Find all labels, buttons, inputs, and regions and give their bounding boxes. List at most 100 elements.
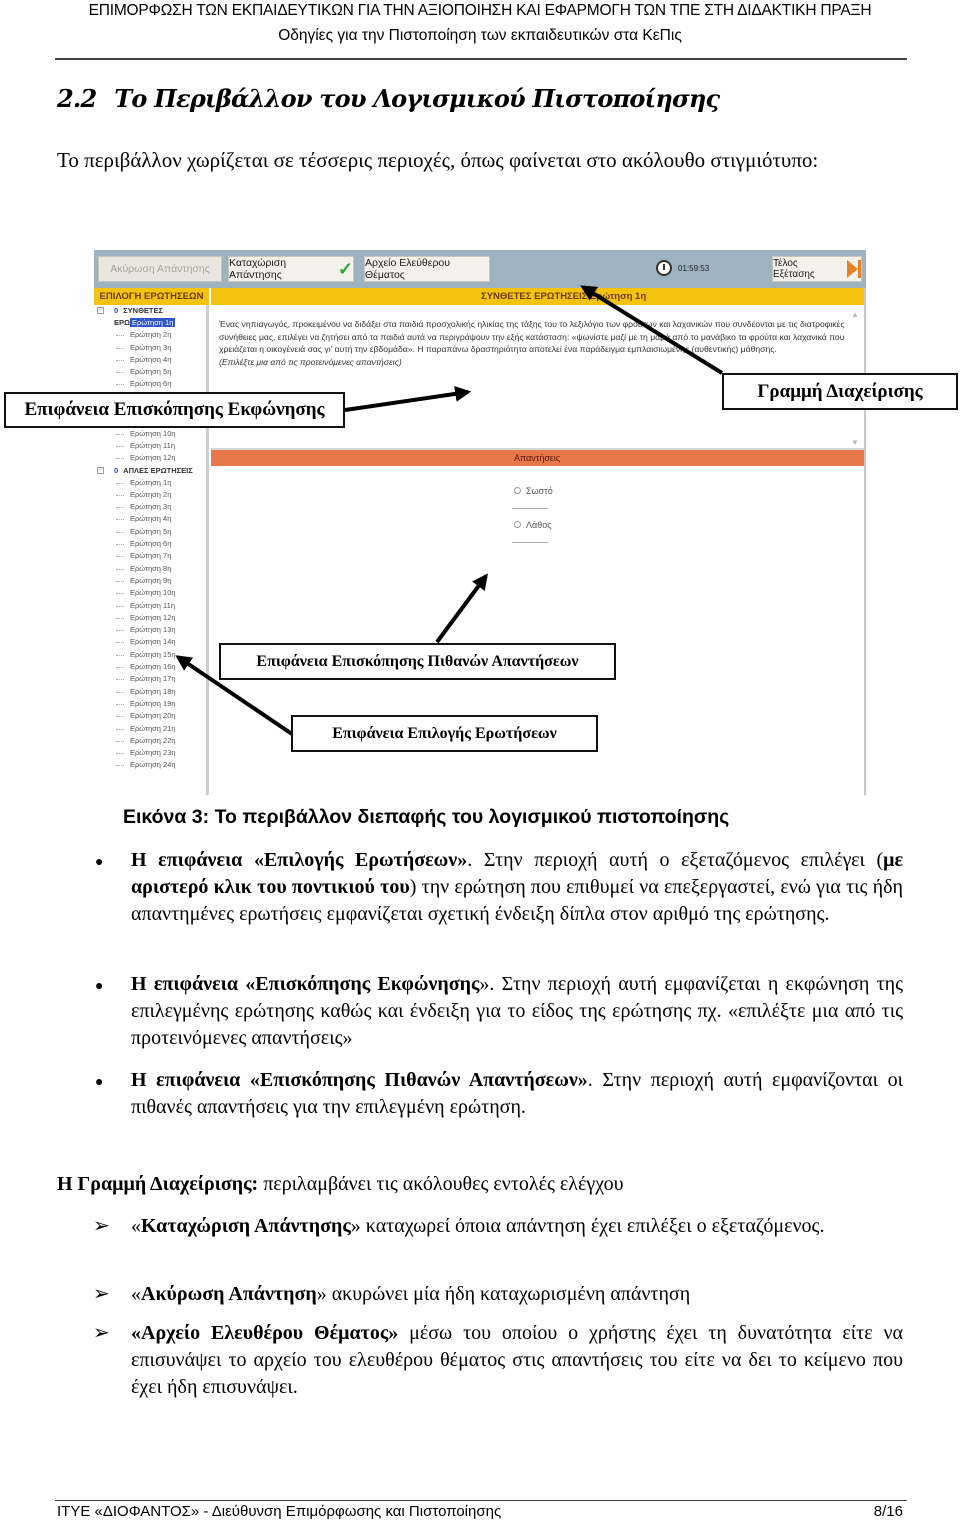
tree-item-label: Ερώτηση 8η <box>130 563 172 573</box>
tree-item-question[interactable]: Ερώτηση 3η <box>94 501 206 513</box>
tree-item-question[interactable]: Ερώτηση 17η <box>94 673 206 685</box>
tree-item-label: Ερώτηση 3η <box>130 502 172 512</box>
certification-app-screenshot: Ακύρωση Απάντησης Καταχώριση Απάντησης ✓… <box>94 250 866 795</box>
bullet-text: . Στην περιοχή αυτή ο εξεταζόμενος επιλέ… <box>467 849 884 871</box>
end-exam-button[interactable]: Τέλος Εξέτασης <box>772 256 862 282</box>
answer-divider <box>512 508 548 509</box>
tree-item-question[interactable]: Ερώτηση 23η <box>94 747 206 759</box>
tree-item-label: Ερώτηση 19η <box>130 698 176 708</box>
tree-item-question[interactable]: Ερώτηση 6η <box>94 538 206 550</box>
callout-question-view: Επιφάνεια Επισκόπησης Εκφώνησης <box>4 392 345 428</box>
collapse-icon[interactable]: − <box>97 307 104 314</box>
callout-answers-view: Επιφάνεια Επισκόπησης Πιθανών Απαντήσεων <box>219 643 616 680</box>
tree-item-label: Ερώτηση 22η <box>130 735 176 745</box>
end-exam-label: Τέλος Εξέτασης <box>773 258 815 280</box>
bullet-question-view: Η επιφάνεια «Επισκόπησης Εκφώνησης». Στη… <box>131 971 903 1052</box>
figure-caption: Εικόνα 3: Το περιβάλλον διεπαφής του λογ… <box>123 806 730 828</box>
tree-item-label: Ερώτηση 6η <box>130 379 172 389</box>
tree-item-question[interactable]: Ερώτηση 21η <box>94 723 206 735</box>
header-divider <box>55 58 907 60</box>
tree-item-label: Ερώτηση 11η <box>130 440 175 450</box>
tree-item-question[interactable]: Ερώτηση 18η <box>94 686 206 698</box>
command-submit-answer: «Καταχώριση Απάντησης» καταχωρεί όποια α… <box>131 1213 903 1240</box>
tree-item-label: Ερώτηση 5η <box>130 367 172 377</box>
tree-item-label: Ερώτηση 4η <box>130 514 172 524</box>
quote: « <box>131 1283 141 1305</box>
command-desc: » ακυρώνει μία ήδη καταχωρισμένη απάντησ… <box>316 1283 691 1305</box>
tree-item-question[interactable]: Ερώτηση 12η <box>94 612 206 624</box>
arrow-bullet-icon: ➢ <box>93 1322 110 1344</box>
scroll-up-icon[interactable]: ▲ <box>851 310 859 319</box>
tree-item-question[interactable]: Ερώτηση 12η <box>94 452 206 464</box>
tree-item-question[interactable]: Ερώτηση 5η <box>94 366 206 378</box>
tree-item-label: Ερώτηση 16η <box>130 662 176 672</box>
tree-item-question[interactable]: Ερώτηση 16η <box>94 661 206 673</box>
answered-count: 0 <box>114 465 119 475</box>
tree-item-question[interactable]: Ερώτηση 20η <box>94 710 206 722</box>
tree-item-question[interactable]: Ερώτηση 19η <box>94 698 206 710</box>
tree-item-question[interactable]: Ερώτηση 10η <box>94 428 206 440</box>
section-title: Το Περιβάλλον του Λογισμικού Πιστοποίηση… <box>114 84 720 113</box>
tree-group[interactable]: − 0 ΑΠΛΕΣ ΕΡΩΤΗΣΕΙΣ <box>94 465 206 477</box>
tree-item-question[interactable]: Ερώτηση 7η <box>94 550 206 562</box>
command-desc: » καταχωρεί όποια απάντηση έχει επιλέξει… <box>350 1215 825 1237</box>
command-free-topic-file: «Αρχείο Ελευθέρου Θέματος» μέσω του οποί… <box>131 1320 903 1401</box>
command-name: «Αρχείο Ελευθέρου Θέματος» <box>131 1322 399 1344</box>
tree-item-question[interactable]: Ερώτηση 11η <box>94 440 206 452</box>
tree-item-label: Ερώτηση 21η <box>130 723 176 733</box>
tree-item-label: Ερώτηση 14η <box>130 637 176 647</box>
tree-item-question[interactable]: Ερώτηση 15η <box>94 649 206 661</box>
tree-item-question[interactable]: Ερώτηση 2η <box>94 329 206 341</box>
radio-button[interactable] <box>514 521 521 528</box>
bullet-bold: Η επιφάνεια «Επιλογής Ερωτήσεων» <box>131 849 468 871</box>
callout-management-bar: Γραμμή Διαχείρισης <box>722 373 958 410</box>
tree-item-question[interactable]: Ερώτηση 6η <box>94 378 206 390</box>
tree-item-question[interactable]: Ερώτηση 22η <box>94 735 206 747</box>
tree-item-label: Ερώτηση 6η <box>130 539 172 549</box>
radio-button[interactable] <box>514 487 521 494</box>
scroll-down-icon[interactable]: ▼ <box>851 438 859 447</box>
scrollbar-track[interactable] <box>864 288 866 795</box>
free-topic-file-button[interactable]: Αρχείο Ελεύθερου Θέματος <box>364 256 490 282</box>
tree-item-question[interactable]: Ερώτηση 8η <box>94 563 206 575</box>
tree-item-question[interactable]: Ερώτηση 11η <box>94 600 206 612</box>
clock-icon <box>656 260 672 276</box>
cancel-answer-button[interactable]: Ακύρωση Απάντησης <box>98 256 222 282</box>
tree-item-question[interactable]: Ερώτηση 10η <box>94 587 206 599</box>
answers-header: Απαντήσεις <box>211 448 864 466</box>
tree-item-label: Ερώτηση 5η <box>130 526 172 536</box>
answer-option-false[interactable]: Λάθος <box>514 520 552 530</box>
tree-item-label: Ερώτηση 1η <box>130 477 172 487</box>
tree-item-question[interactable]: Ερώτηση 4η <box>94 513 206 525</box>
tree-item-question[interactable]: Ερώτηση 1η <box>94 317 206 329</box>
tree-item-question[interactable]: Ερώτηση 14η <box>94 636 206 648</box>
tree-group[interactable]: −0ΣΥΝΘΕΤΕΣ ΕΡΩΤΗΣΕΙΣ <box>94 305 206 327</box>
answer-label: Λάθος <box>526 520 552 530</box>
tree-item-question[interactable]: Ερώτηση 5η <box>94 526 206 538</box>
running-header-title: ΕΠΙΜΟΡΦΩΣΗ ΤΩΝ ΕΚΠΑΙΔΕΥΤΙΚΩΝ ΓΙΑ ΤΗΝ ΑΞΙ… <box>88 2 872 19</box>
tree-item-label: Ερώτηση 15η <box>130 649 176 659</box>
tree-item-question[interactable]: Ερώτηση 24η <box>94 759 206 771</box>
question-selection-header: ΕΠΙΛΟΓΗ ΕΡΩΤΗΣΕΩΝ <box>94 288 209 305</box>
question-hint: (Επιλέξτε μια από τις προτεινόμενες απαν… <box>219 356 402 367</box>
tree-item-question[interactable]: Ερώτηση 3η <box>94 342 206 354</box>
collapse-icon[interactable]: − <box>97 466 104 474</box>
tree-item-question[interactable]: Ερώτηση 2η <box>94 489 206 501</box>
tree-item-question[interactable]: Ερώτηση 4η <box>94 354 206 366</box>
tree-group-label: ΑΠΛΕΣ ΕΡΩΤΗΣΕΙΣ <box>123 465 193 475</box>
bullet-icon: ● <box>95 979 104 994</box>
tree-item-label: Ερώτηση 7η <box>130 551 172 561</box>
tree-item-label: Ερώτηση 13η <box>130 625 176 635</box>
tree-item-question[interactable]: Ερώτηση 9η <box>94 575 206 587</box>
tree-item-question[interactable]: Ερώτηση 1η <box>94 477 206 489</box>
section-number: 2.2 <box>57 84 97 113</box>
answer-option-true[interactable]: Σωστό <box>514 486 553 496</box>
management-text: περιλαμβάνει τις ακόλουθες εντολές ελέγχ… <box>258 1173 624 1195</box>
running-header-subtitle: Οδηγίες για την Πιστοποίηση των εκπαιδευ… <box>278 27 682 44</box>
bullet-icon: ● <box>95 855 104 870</box>
submit-answer-label: Καταχώριση Απάντησης <box>229 257 287 281</box>
submit-answer-button[interactable]: Καταχώριση Απάντησης ✓ <box>228 256 354 282</box>
tree-item-question[interactable]: Ερώτηση 13η <box>94 624 206 636</box>
tree-item-label: Ερώτηση 3η <box>130 342 172 352</box>
bullet-icon: ● <box>95 1075 104 1090</box>
